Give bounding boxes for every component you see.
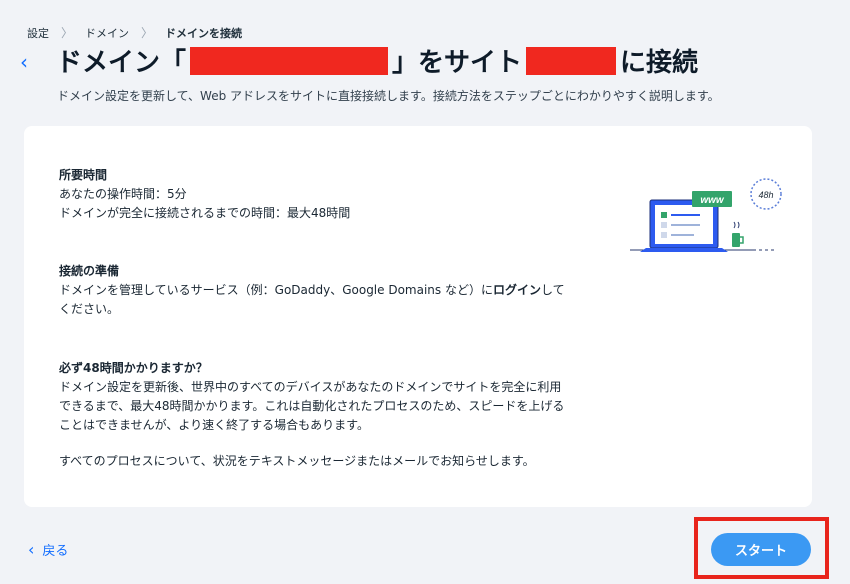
redacted-site — [526, 46, 617, 75]
start-button[interactable]: スタート — [711, 533, 811, 566]
time-line-1: あなたの操作時間：5分 — [59, 187, 187, 201]
back-button[interactable]: ‹ 戻る — [28, 540, 68, 559]
faq-note: すべてのプロセスについて、状況をテキストメッセージまたはメールでお知らせします。 — [59, 454, 535, 468]
faq-line-2: できるまで、最大48時間かかります。これは自動化されたプロセスのため、スピードを… — [59, 399, 565, 413]
breadcrumb: 設定 〉 ドメイン 〉 ドメインを接続 — [27, 24, 242, 41]
breadcrumb-item-current: ドメインを接続 — [165, 26, 243, 40]
faq-line-1: ドメイン設定を更新後、世界中のすべてのデバイスがあなたのドメインでサイトを完全に… — [59, 380, 562, 394]
laptop-www-illustration: www 48h — [630, 178, 782, 252]
prep-text-after: して — [541, 283, 565, 297]
faq-line-3: ことはできませんが、より速く終了する場合もあります。 — [59, 418, 369, 432]
breadcrumb-separator-icon: 〉 — [141, 26, 154, 40]
prep-text-login: ログイン — [492, 283, 541, 297]
page-title: ドメイン「 」をサイト に接続 — [56, 42, 698, 79]
title-part-2: 」をサイト — [392, 48, 523, 78]
back-label: 戻る — [42, 544, 69, 559]
time-heading: 所要時間 — [59, 168, 108, 182]
breadcrumb-separator-icon: 〉 — [61, 26, 74, 40]
clock-label: 48h — [758, 190, 773, 200]
back-chevron-icon[interactable]: ‹ — [20, 52, 40, 72]
page-subtitle: ドメイン設定を更新して、Web アドレスをサイトに直接接続します。接続方法をステ… — [57, 89, 720, 103]
breadcrumb-item-settings[interactable]: 設定 — [27, 25, 49, 41]
www-label: www — [700, 195, 725, 206]
time-section: 所要時間 あなたの操作時間：5分 ドメインが完全に接続されるまでの時間：最大48… — [59, 166, 619, 223]
faq-heading: 必ず48時間かかりますか？ — [59, 361, 208, 375]
time-line-2: ドメインが完全に接続されるまでの時間：最大48時間 — [59, 206, 351, 220]
faq-section: 必ず48時間かかりますか？ ドメイン設定を更新後、世界中のすべてのデバイスがあな… — [59, 359, 619, 471]
prep-text-before: ドメインを管理しているサービス（例：GoDaddy、Google Domains… — [59, 283, 493, 297]
info-card: 所要時間 あなたの操作時間：5分 ドメインが完全に接続されるまでの時間：最大48… — [24, 126, 812, 507]
title-part-1: ドメイン「 — [56, 48, 187, 78]
prep-heading: 接続の準備 — [59, 264, 120, 278]
redacted-domain — [190, 46, 389, 75]
prep-line-1: ドメインを管理しているサービス（例：GoDaddy、Google Domains… — [59, 281, 619, 300]
back-chevron-icon: ‹ — [28, 540, 35, 559]
title-part-3: に接続 — [620, 48, 699, 78]
prep-line-2: ください。 — [59, 302, 120, 316]
breadcrumb-item-domains[interactable]: ドメイン — [85, 25, 129, 41]
prep-section: 接続の準備 ドメインを管理しているサービス（例：GoDaddy、Google D… — [59, 262, 619, 319]
